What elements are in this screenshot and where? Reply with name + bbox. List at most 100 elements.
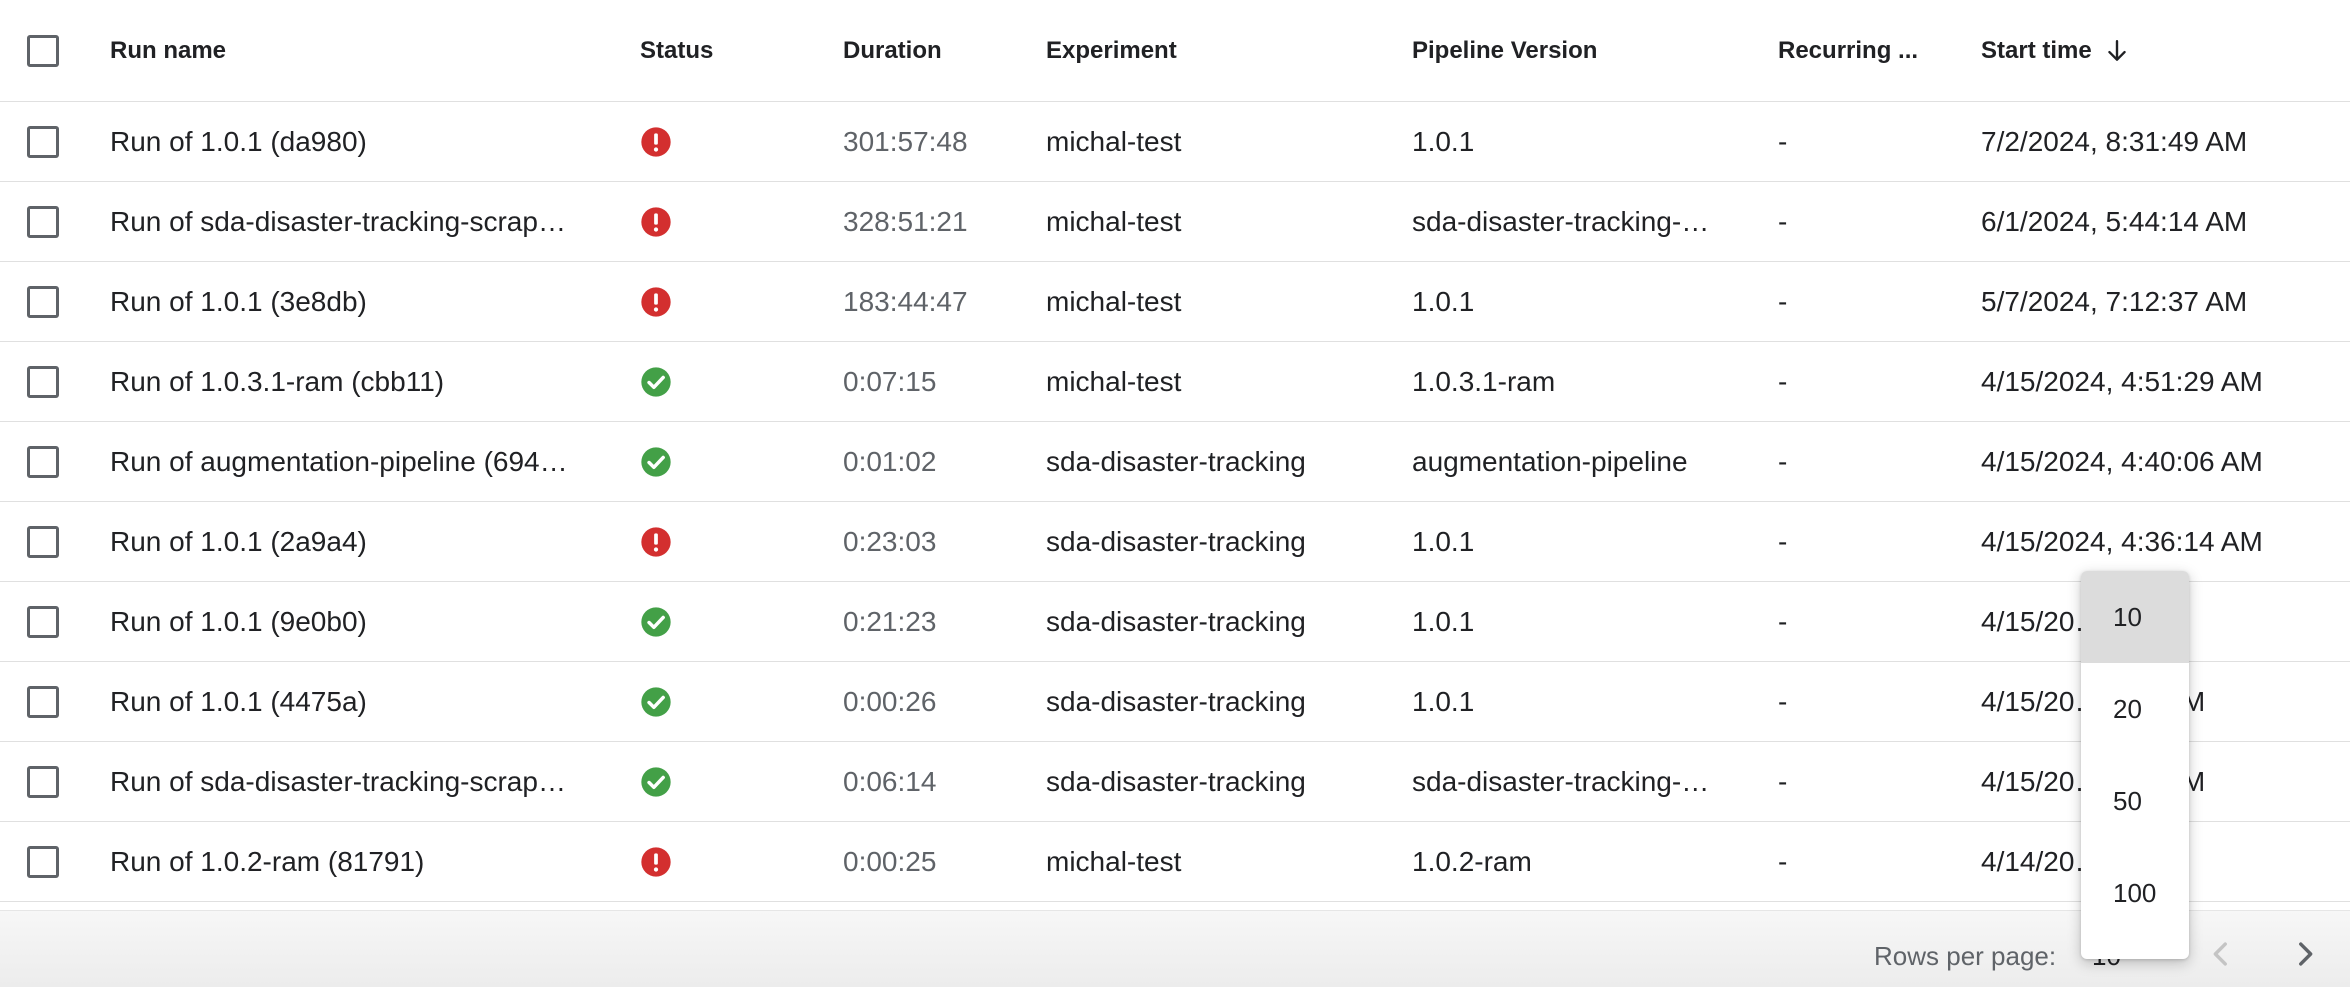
status-cell [640, 662, 800, 741]
duration: 0:00:26 [843, 685, 937, 717]
row-checkbox[interactable] [27, 365, 59, 398]
experiment-link[interactable]: michal-test [1046, 102, 1386, 181]
column-header-pipeline-version[interactable]: Pipeline Version [1412, 0, 1742, 101]
runs-table: Run name Status Duration Experiment Pipe… [0, 0, 2350, 902]
chevron-left-icon[interactable] [2204, 937, 2238, 971]
table-row[interactable]: Run of 1.0.1 (4475a) 0:00:26 sda-disaster-… [0, 662, 2350, 742]
status-cell [640, 822, 800, 901]
error-icon [641, 286, 671, 317]
row-select-cell [0, 262, 100, 341]
row-checkbox[interactable] [27, 125, 59, 158]
column-header-label: Experiment [1046, 36, 1177, 64]
row-checkbox[interactable] [27, 765, 59, 798]
experiment-name: michal-test [1046, 845, 1182, 877]
pipeline-version-link[interactable]: augmentation-pipeline [1412, 422, 1742, 501]
recurring-run: - [1778, 205, 1788, 237]
table-row[interactable]: Run of 1.0.1 (3e8db) 183:44:47 michal-test… [0, 262, 2350, 342]
experiment-link[interactable]: michal-test [1046, 342, 1386, 421]
pipeline-version-link[interactable]: 1.0.1 [1412, 102, 1742, 181]
rows-per-page-option-20[interactable]: 20 [2081, 663, 2189, 755]
experiment-link[interactable]: michal-test [1046, 822, 1386, 901]
run-name: Run of 1.0.1 (2a9a4) [110, 525, 367, 557]
error-icon [641, 526, 671, 557]
column-header-run-name[interactable]: Run name [110, 0, 610, 101]
select-all-cell [0, 0, 100, 101]
recurring-run: - [1778, 365, 1788, 397]
pipeline-version-name: sda-disaster-tracking-… [1412, 765, 1710, 797]
column-header-label: Run name [110, 36, 227, 64]
experiment-name: michal-test [1046, 205, 1182, 237]
experiment-link[interactable]: sda-disaster-tracking [1046, 742, 1386, 821]
row-checkbox[interactable] [27, 285, 59, 318]
select-all-checkbox[interactable] [27, 34, 59, 67]
experiment-link[interactable]: michal-test [1046, 262, 1386, 341]
error-icon [641, 126, 671, 157]
pipeline-version-link[interactable]: 1.0.1 [1412, 502, 1742, 581]
rows-per-page-label: Rows per page: [1874, 941, 2057, 971]
experiment-name: sda-disaster-tracking [1046, 525, 1306, 557]
run-name-link[interactable]: Run of 1.0.3.1-ram (cbb11) [110, 342, 610, 421]
table-row[interactable]: Run of sda-disaster-tracking-scrap… 0:06:… [0, 742, 2350, 822]
run-name-link[interactable]: Run of sda-disaster-tracking-scrap… [110, 182, 610, 261]
pipeline-version-link[interactable]: 1.0.1 [1412, 582, 1742, 661]
experiment-link[interactable]: sda-disaster-tracking [1046, 662, 1386, 741]
recurring-run: - [1778, 685, 1788, 717]
row-checkbox[interactable] [27, 205, 59, 238]
duration: 301:57:48 [843, 125, 968, 157]
pipeline-version-name: augmentation-pipeline [1412, 445, 1688, 477]
table-row[interactable]: Run of sda-disaster-tracking-scrap… 328:5… [0, 182, 2350, 262]
column-header-status[interactable]: Status [640, 0, 800, 101]
pipeline-version-name: 1.0.1 [1412, 525, 1475, 557]
pipeline-version-link[interactable]: 1.0.2-ram [1412, 822, 1742, 901]
table-row[interactable]: Run of 1.0.1 (da980) 301:57:48 michal-test… [0, 102, 2350, 182]
row-checkbox[interactable] [27, 605, 59, 638]
experiment-link[interactable]: sda-disaster-tracking [1046, 422, 1386, 501]
run-name-link[interactable]: Run of 1.0.1 (3e8db) [110, 262, 610, 341]
experiment-link[interactable]: sda-disaster-tracking [1046, 502, 1386, 581]
row-checkbox[interactable] [27, 845, 59, 878]
rows-per-page-option-10[interactable]: 10 [2081, 571, 2189, 663]
run-name-link[interactable]: Run of 1.0.2-ram (81791) [110, 822, 610, 901]
run-name: Run of 1.0.1 (3e8db) [110, 285, 367, 317]
success-check-icon [641, 366, 671, 397]
table-row[interactable]: Run of 1.0.2-ram (81791) 0:00:25 michal-te… [0, 822, 2350, 902]
row-checkbox[interactable] [27, 525, 59, 558]
row-select-cell [0, 182, 100, 261]
table-row[interactable]: Run of 1.0.1 (2a9a4) 0:23:03 sda-disaster-… [0, 502, 2350, 582]
experiment-link[interactable]: michal-test [1046, 182, 1386, 261]
experiment-link[interactable]: sda-disaster-tracking [1046, 582, 1386, 661]
run-name-link[interactable]: Run of 1.0.1 (da980) [110, 102, 610, 181]
pipeline-version-link[interactable]: 1.0.1 [1412, 662, 1742, 741]
rows-per-page-option-100[interactable]: 100 [2081, 847, 2189, 939]
start-time: 7/2/2024, 8:31:49 AM [1981, 125, 2248, 157]
run-name-link[interactable]: Run of 1.0.1 (4475a) [110, 662, 610, 741]
pipeline-version-link[interactable]: sda-disaster-tracking-… [1412, 182, 1742, 261]
run-name-link[interactable]: Run of sda-disaster-tracking-scrap… [110, 742, 610, 821]
row-select-cell [0, 502, 100, 581]
table-row[interactable]: Run of 1.0.3.1-ram (cbb11) 0:07:15 michal-… [0, 342, 2350, 422]
row-select-cell [0, 742, 100, 821]
row-select-cell [0, 342, 100, 421]
row-select-cell [0, 422, 100, 501]
pipeline-version-link[interactable]: 1.0.1 [1412, 262, 1742, 341]
column-header-recurring[interactable]: Recurring ... [1778, 0, 1938, 101]
run-name-link[interactable]: Run of 1.0.1 (2a9a4) [110, 502, 610, 581]
chevron-right-icon[interactable] [2288, 937, 2322, 971]
column-header-start-time[interactable]: Start time [1981, 0, 2341, 101]
row-checkbox[interactable] [27, 445, 59, 478]
column-header-label: Duration [843, 36, 942, 64]
table-row[interactable]: Run of augmentation-pipeline (694… 0:01:0… [0, 422, 2350, 502]
recurring-run: - [1778, 525, 1788, 557]
column-header-experiment[interactable]: Experiment [1046, 0, 1386, 101]
run-name: Run of augmentation-pipeline (694… [110, 445, 568, 477]
arrow-down-icon[interactable] [2104, 38, 2130, 64]
rows-per-page-option-50[interactable]: 50 [2081, 755, 2189, 847]
row-checkbox[interactable] [27, 685, 59, 718]
run-name-link[interactable]: Run of 1.0.1 (9e0b0) [110, 582, 610, 661]
table-row[interactable]: Run of 1.0.1 (9e0b0) 0:21:23 sda-disaster-… [0, 582, 2350, 662]
pipeline-version-link[interactable]: 1.0.3.1-ram [1412, 342, 1742, 421]
start-time: 4/15/2024, 4:51:29 AM [1981, 365, 2263, 397]
column-header-duration[interactable]: Duration [843, 0, 1023, 101]
run-name-link[interactable]: Run of augmentation-pipeline (694… [110, 422, 610, 501]
pipeline-version-link[interactable]: sda-disaster-tracking-… [1412, 742, 1742, 821]
